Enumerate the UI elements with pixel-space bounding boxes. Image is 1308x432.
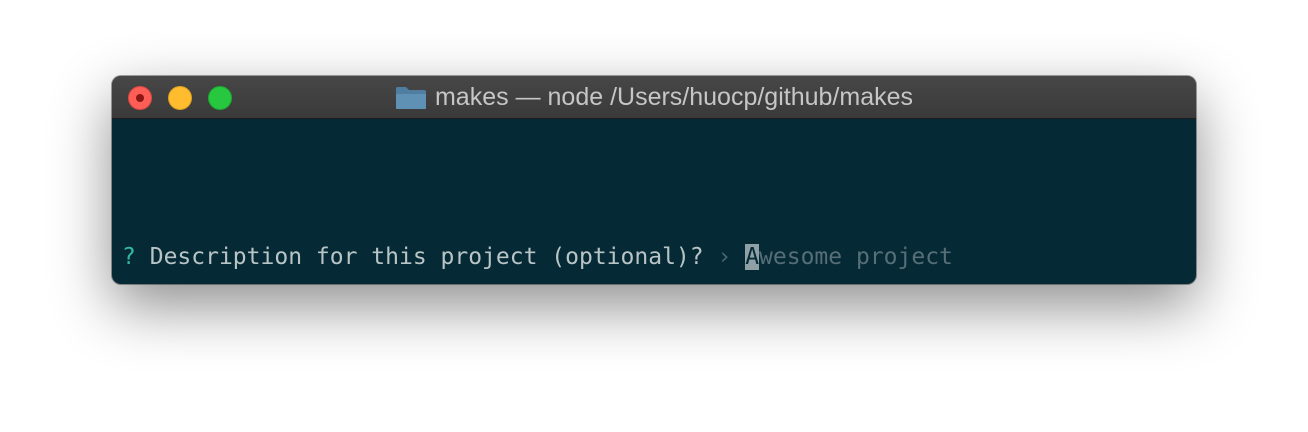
terminal-window: makes — node /Users/huocp/github/makes ?…: [112, 76, 1196, 284]
text-cursor[interactable]: A: [745, 244, 760, 270]
terminal-content[interactable]: ? Description for this project (optional…: [112, 119, 1196, 284]
window-title-text: makes — node /Users/huocp/github/makes: [434, 83, 913, 111]
prompt-line: ? Description for this project (optional…: [122, 241, 953, 273]
prompt-question: Description for this project (optional)?: [149, 244, 704, 270]
window-title: makes — node /Users/huocp/github/makes: [112, 76, 1196, 119]
prompt-symbol: ?: [122, 244, 136, 270]
title-bar[interactable]: makes — node /Users/huocp/github/makes: [112, 76, 1196, 119]
input-placeholder[interactable]: wesome project: [759, 244, 953, 270]
prompt-arrow-icon: ›: [717, 244, 732, 270]
folder-icon: [395, 86, 426, 109]
